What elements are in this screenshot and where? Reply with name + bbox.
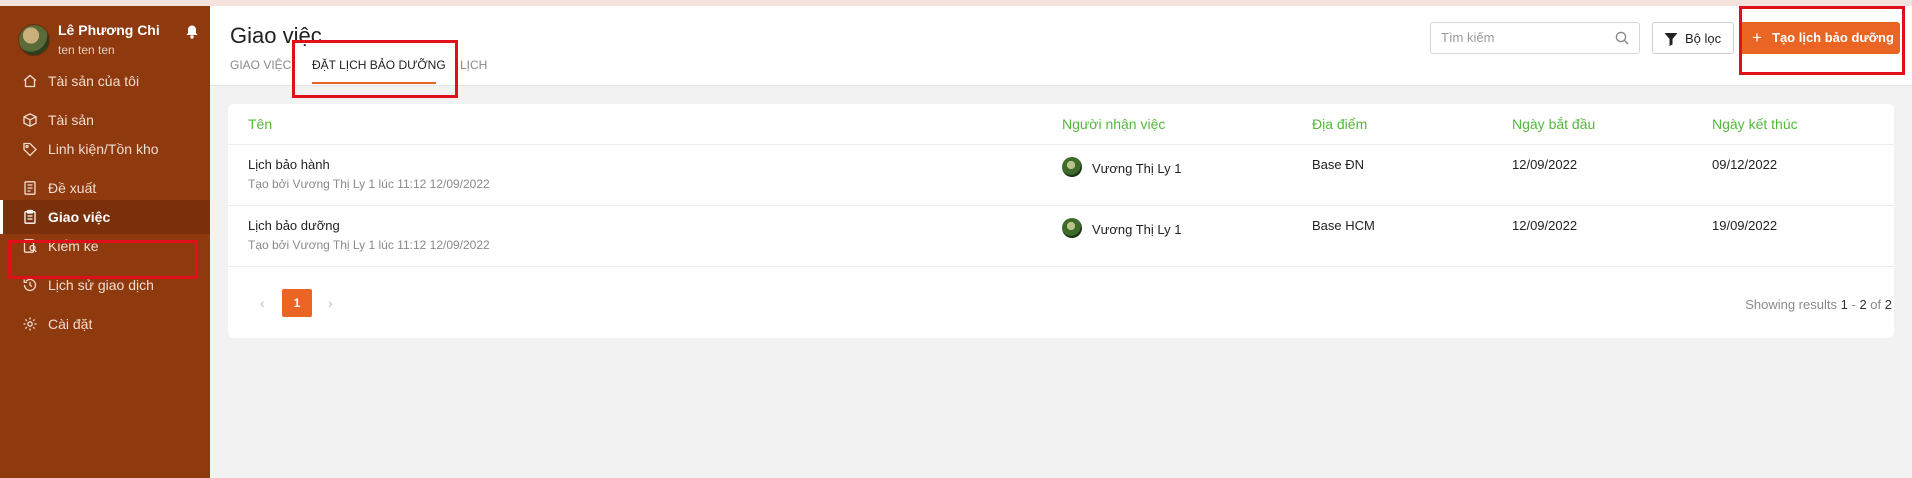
highlight-box-create-button xyxy=(1739,6,1905,75)
filter-icon xyxy=(1664,33,1678,46)
row-end-date: 09/12/2022 xyxy=(1712,157,1778,172)
sidebar-item-label: Cài đặt xyxy=(48,316,93,332)
tab-assignments[interactable]: GIAO VIỆC xyxy=(230,58,291,72)
search-icon[interactable] xyxy=(1614,30,1630,46)
row-name[interactable]: Lịch bảo hành xyxy=(248,157,330,172)
schedule-table: Tên Người nhận việc Địa điểm Ngày bắt đầ… xyxy=(228,104,1894,338)
tab-calendar[interactable]: LỊCH xyxy=(460,58,487,72)
row-location: Base ĐN xyxy=(1312,157,1365,172)
box-icon xyxy=(23,113,37,127)
results-summary: Showing results 1 - 2 of 2 xyxy=(1745,297,1892,312)
row-created-by: Tạo bởi Vương Thị Ly 1 lúc 11:12 12/09/2… xyxy=(248,177,490,191)
column-header-end-date: Ngày kết thúc xyxy=(1712,116,1798,132)
sidebar-item-label: Giao việc xyxy=(48,209,111,225)
row-start-date: 12/09/2022 xyxy=(1512,157,1578,172)
user-block[interactable]: Lê Phương Chi ten ten ten xyxy=(18,22,198,62)
results-from: 1 xyxy=(1840,297,1848,312)
results-prefix: Showing results xyxy=(1745,297,1837,312)
page-header: Giao việc GIAO VIỆC ĐẶT LỊCH BẢO DƯỠNG L… xyxy=(210,6,1912,86)
row-created-by: Tạo bởi Vương Thị Ly 1 lúc 11:12 12/09/2… xyxy=(248,238,490,252)
sidebar-item-label: Lịch sử giao dịch xyxy=(48,277,154,293)
sidebar-item-my-assets[interactable]: Tài sản của tôi xyxy=(0,64,210,98)
highlight-box-sidebar xyxy=(8,240,198,279)
clipboard-icon xyxy=(24,209,36,224)
history-icon xyxy=(23,278,37,292)
row-assignee: Vương Thị Ly 1 xyxy=(1092,222,1182,237)
column-header-name: Tên xyxy=(248,116,273,132)
filter-button[interactable]: Bộ lọc xyxy=(1652,22,1734,54)
assignee-avatar xyxy=(1062,157,1082,177)
tag-icon xyxy=(23,142,37,157)
filter-button-label: Bộ lọc xyxy=(1685,31,1722,46)
pagination: ‹ 1 › Showing results 1 - 2 of 2 xyxy=(228,266,1894,338)
document-icon xyxy=(24,181,36,195)
gear-icon xyxy=(23,317,37,331)
results-dash: - xyxy=(1851,297,1856,312)
user-name: Lê Phương Chi xyxy=(58,22,160,38)
assignee-avatar xyxy=(1062,218,1082,238)
sidebar-item-label: Đề xuất xyxy=(48,180,97,196)
search-box[interactable] xyxy=(1430,22,1640,54)
bell-icon[interactable] xyxy=(184,24,200,40)
row-start-date: 12/09/2022 xyxy=(1512,218,1578,233)
column-header-start-date: Ngày bắt đầu xyxy=(1512,116,1596,132)
column-header-location: Địa điểm xyxy=(1312,116,1368,132)
chevron-right-icon[interactable]: › xyxy=(328,296,338,310)
results-of: of xyxy=(1870,297,1882,312)
row-name[interactable]: Lịch bảo dưỡng xyxy=(248,218,340,233)
home-icon xyxy=(23,74,37,88)
row-location: Base HCM xyxy=(1312,218,1375,233)
page-button[interactable]: 1 xyxy=(282,289,312,317)
sidebar-item-label: Linh kiện/Tồn kho xyxy=(48,141,159,157)
user-subtitle: ten ten ten xyxy=(58,43,115,57)
row-assignee: Vương Thị Ly 1 xyxy=(1092,161,1182,176)
column-header-assignee: Người nhận việc xyxy=(1062,116,1166,132)
sidebar-item-label: Tài sản của tôi xyxy=(48,73,140,89)
table-row[interactable]: Lịch bảo dưỡng Tạo bởi Vương Thị Ly 1 lú… xyxy=(228,205,1894,266)
sidebar-item-components[interactable]: Linh kiện/Tồn kho xyxy=(0,132,210,166)
sidebar-item-settings[interactable]: Cài đặt xyxy=(0,307,210,341)
results-to: 2 xyxy=(1859,297,1867,312)
chevron-left-icon[interactable]: ‹ xyxy=(260,296,270,310)
highlight-box-tab xyxy=(292,40,458,98)
results-total: 2 xyxy=(1884,297,1892,312)
sidebar-item-label: Tài sản xyxy=(48,112,94,128)
table-row[interactable]: Lịch bảo hành Tạo bởi Vương Thị Ly 1 lúc… xyxy=(228,144,1894,205)
search-input[interactable] xyxy=(1441,30,1601,45)
avatar[interactable] xyxy=(18,24,50,56)
row-end-date: 19/09/2022 xyxy=(1712,218,1778,233)
